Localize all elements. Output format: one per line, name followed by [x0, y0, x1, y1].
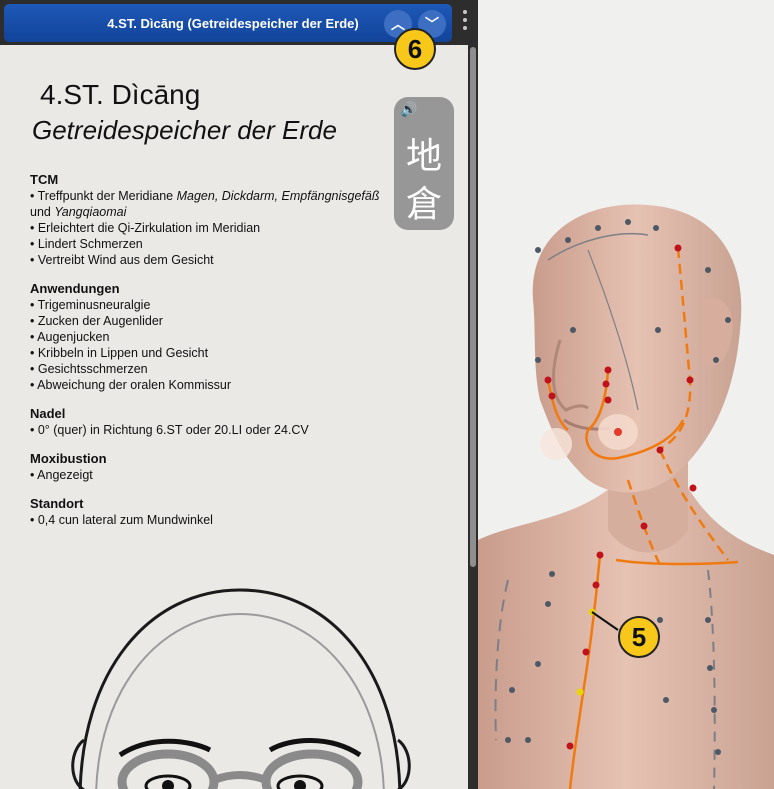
- anatomy-3d-viewport[interactable]: [478, 0, 774, 789]
- panel-scrollbar[interactable]: [468, 45, 478, 789]
- list-item: • Gesichtsschmerzen: [30, 362, 148, 376]
- callout-badge-6: 6: [394, 28, 436, 70]
- section-moxibustion: Moxibustion • Angezeigt: [30, 450, 107, 483]
- list-item: • 0° (quer) in Richtung 6.ST oder 20.LI …: [30, 423, 309, 437]
- list-item: • Lindert Schmerzen: [30, 237, 143, 251]
- list-item: • 0,4 cun lateral zum Mundwinkel: [30, 513, 213, 527]
- section-nadel: Nadel • 0° (quer) in Richtung 6.ST oder …: [30, 405, 309, 438]
- face-sketch-illustration: [71, 588, 411, 789]
- chinese-name-card[interactable]: 🔊 地 倉: [394, 97, 454, 230]
- section-title: Standort: [30, 496, 84, 511]
- list-item: • Erleichtert die Qi-Zirkulation im Meri…: [30, 221, 261, 235]
- more-vertical-icon[interactable]: [460, 10, 470, 36]
- section-standort: Standort • 0,4 cun lateral zum Mundwinke…: [30, 495, 213, 528]
- hanzi-character-2: 倉: [405, 184, 442, 225]
- list-item: • Kribbeln in Lippen und Gesicht: [30, 346, 209, 360]
- hanzi-character-1: 地: [405, 136, 442, 177]
- speaker-icon[interactable]: 🔊: [400, 101, 417, 118]
- list-item: • Treffpunkt der Meridiane Magen, Dickda…: [30, 189, 380, 203]
- scrollbar-thumb[interactable]: [470, 47, 476, 567]
- list-item: • Vertreibt Wind aus dem Gesicht: [30, 253, 214, 267]
- list-item: • Trigeminusneuralgie: [30, 298, 151, 312]
- section-title: Moxibustion: [30, 451, 107, 466]
- point-subheading: Getreidespeicher der Erde: [32, 115, 337, 145]
- point-content: 4.ST. Dìcāng Getreidespeicher der Erde 🔊…: [0, 45, 468, 789]
- list-item: und Yangqiaomai: [30, 205, 127, 219]
- section-anwendungen: Anwendungen • Trigeminusneuralgie • Zuck…: [30, 280, 231, 393]
- list-item: • Augenjucken: [30, 330, 110, 344]
- section-title: Anwendungen: [30, 281, 120, 296]
- panel-title-bar: 4.ST. Dìcāng (Getreidespeicher der Erde)…: [4, 4, 452, 42]
- callout-badge-5: 5: [618, 616, 660, 658]
- section-tcm: TCM • Treffpunkt der Meridiane Magen, Di…: [30, 171, 379, 268]
- list-item: • Angezeigt: [30, 468, 93, 482]
- section-title: TCM: [30, 172, 59, 187]
- point-heading: 4.ST. Dìcāng: [40, 79, 201, 110]
- list-item: • Abweichung der oralen Kommissur: [30, 378, 232, 392]
- point-detail-panel: 4.ST. Dìcāng (Getreidespeicher der Erde)…: [0, 0, 478, 789]
- list-item: • Zucken der Augenlider: [30, 314, 163, 328]
- section-title: Nadel: [30, 406, 66, 421]
- head-model[interactable]: [478, 0, 774, 789]
